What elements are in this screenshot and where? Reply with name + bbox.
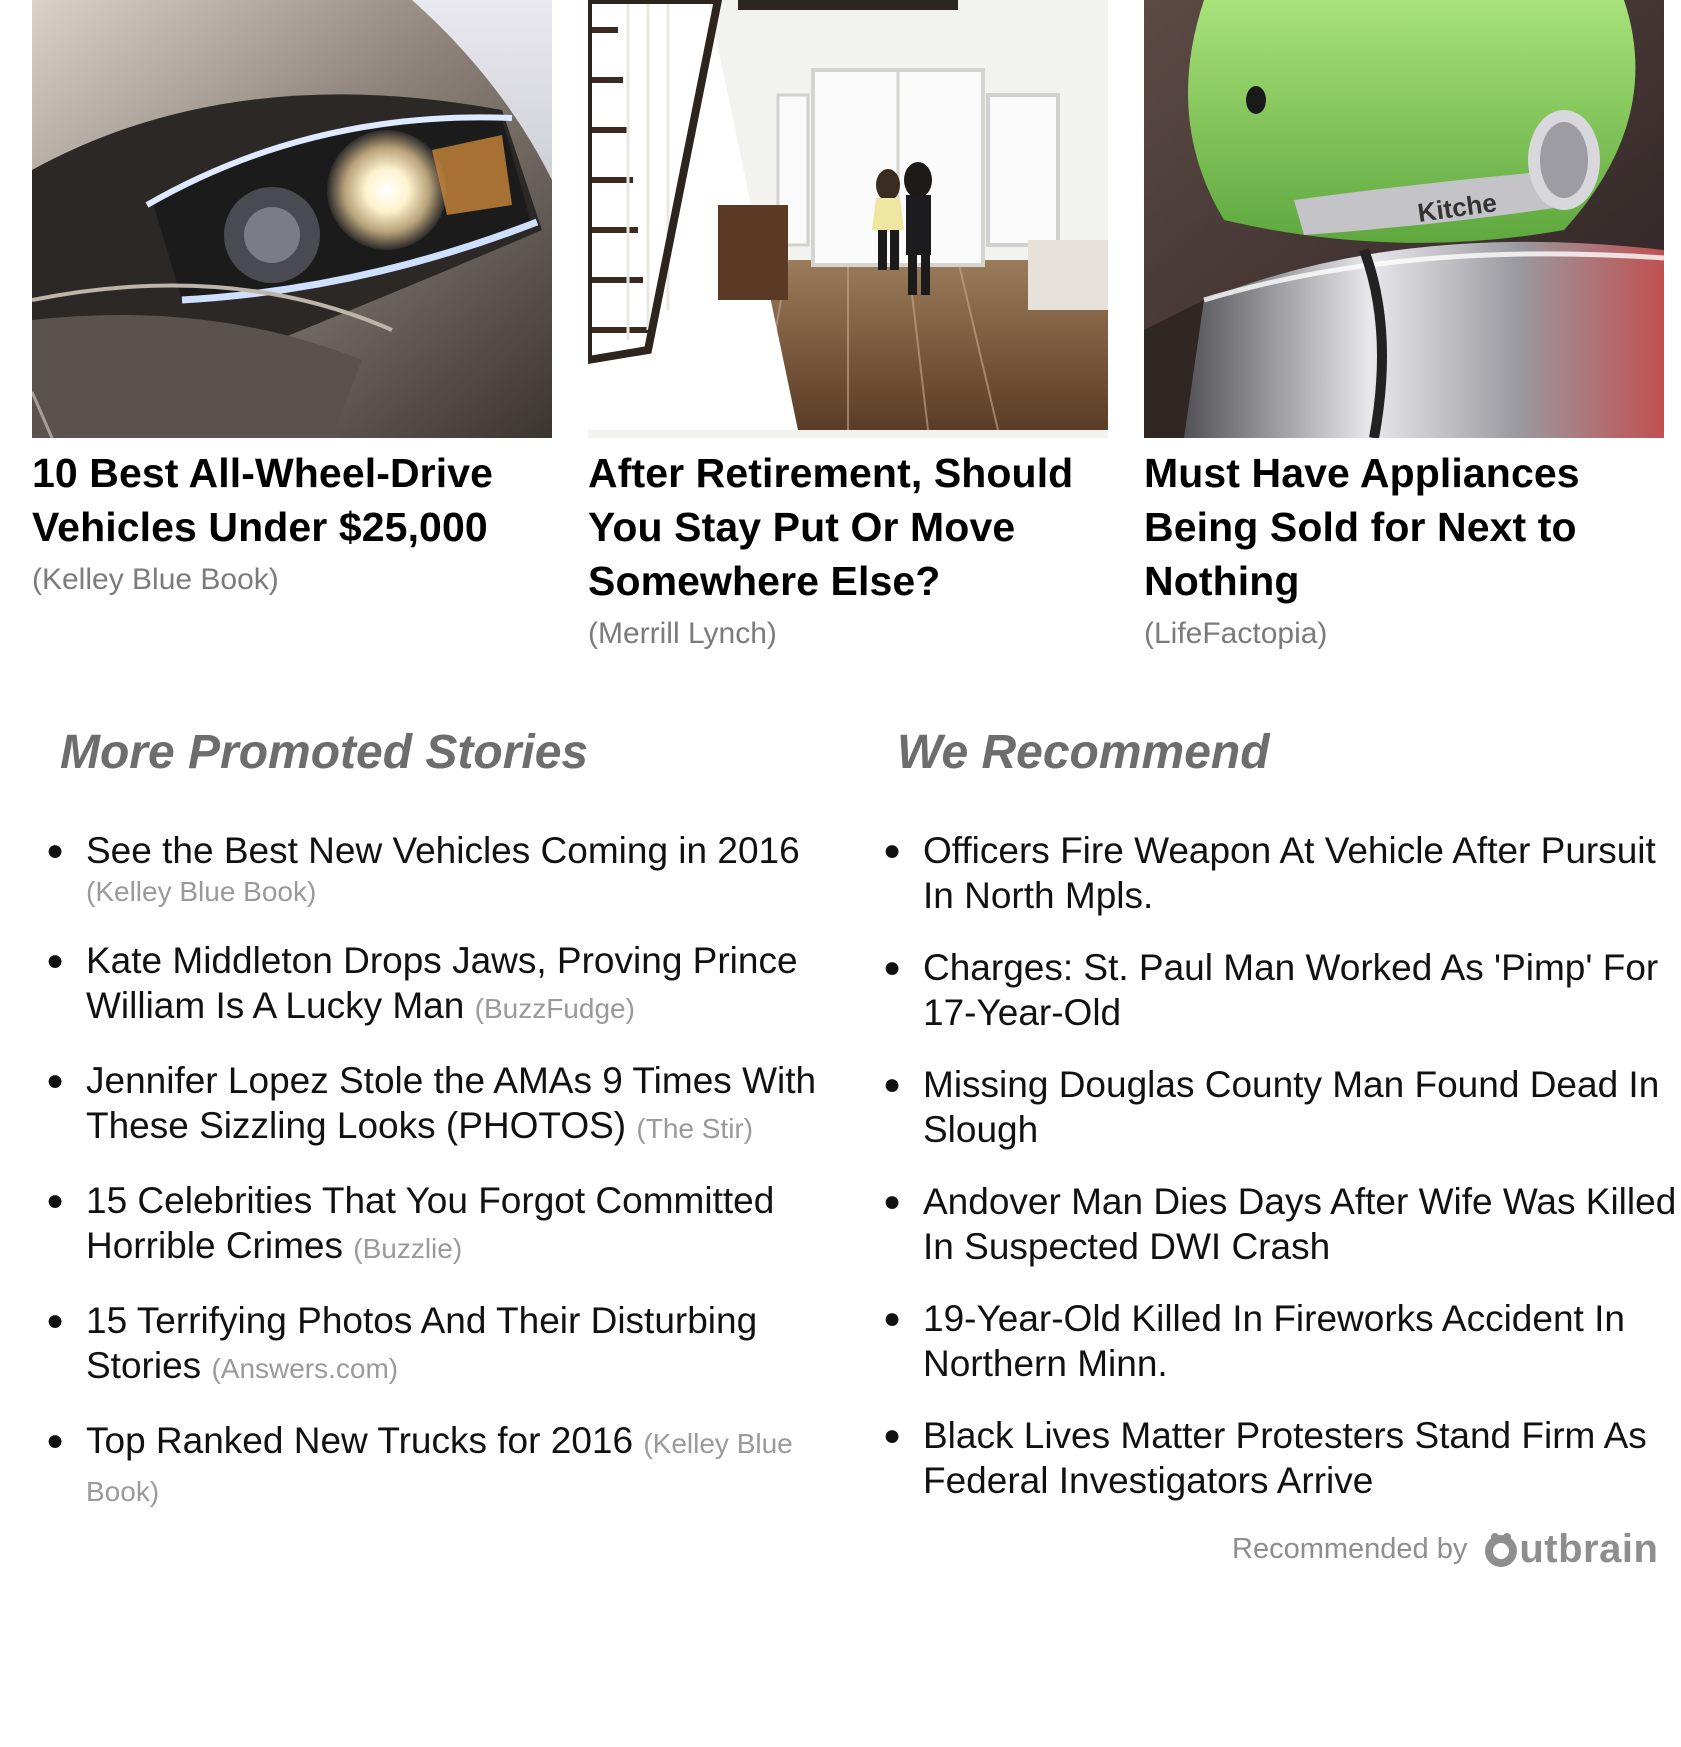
story-link[interactable]: Top Ranked New Trucks for 2016 <box>86 1420 633 1461</box>
card-source: (Kelley Blue Book) <box>32 563 279 596</box>
list-item[interactable]: ● Andover Man Dies Days After Wife Was K… <box>883 1179 1677 1269</box>
story-link[interactable]: Missing Douglas County Man Found Dead In… <box>923 1064 1659 1150</box>
story-link[interactable]: Charges: St. Paul Man Worked As 'Pimp' F… <box>923 947 1658 1033</box>
bullet-icon: ● <box>46 944 65 977</box>
list-item[interactable]: ● Black Lives Matter Protesters Stand Fi… <box>883 1413 1677 1503</box>
outbrain-widget: 10 Best All-Wheel-Drive Vehicles Under $… <box>0 0 1681 1747</box>
promoted-card[interactable]: 10 Best All-Wheel-Drive Vehicles Under $… <box>32 0 552 600</box>
bullet-icon: ● <box>46 834 65 867</box>
bullet-icon: ● <box>883 1302 902 1335</box>
outbrain-attribution-link[interactable]: Recommended by utbrain <box>1232 1522 1672 1576</box>
list-item[interactable]: ● 15 Celebrities That You Forgot Committ… <box>46 1178 850 1271</box>
story-source: (Buzzlie) <box>353 1233 463 1264</box>
story-source: (Kelley Blue Book) <box>86 876 317 907</box>
promoted-stories-section: More Promoted Stories ● See the Best New… <box>46 720 850 1541</box>
outbrain-logo: utbrain <box>1481 1527 1658 1572</box>
card-title[interactable]: Must Have Appliances Being Sold for Next… <box>1144 446 1664 608</box>
list-item[interactable]: ● 19-Year-Old Killed In Fireworks Accide… <box>883 1296 1677 1386</box>
story-link[interactable]: See the Best New Vehicles Coming in 2016 <box>86 830 800 871</box>
list-item[interactable]: ● Missing Douglas County Man Found Dead … <box>883 1062 1677 1152</box>
list-item[interactable]: ● Kate Middleton Drops Jaws, Proving Pri… <box>46 938 850 1031</box>
bullet-icon: ● <box>46 1064 65 1097</box>
card-source: (Merrill Lynch) <box>588 617 777 650</box>
bullet-icon: ● <box>883 834 902 867</box>
list-item[interactable]: ● 15 Terrifying Photos And Their Disturb… <box>46 1298 850 1391</box>
promoted-story-list: ● See the Best New Vehicles Coming in 20… <box>46 828 850 1514</box>
card-image[interactable]: Kitche <box>1144 0 1664 438</box>
story-link[interactable]: Andover Man Dies Days After Wife Was Kil… <box>923 1181 1676 1267</box>
recommend-story-list: ● Officers Fire Weapon At Vehicle After … <box>883 828 1677 1503</box>
bullet-icon: ● <box>46 1304 65 1337</box>
list-item[interactable]: ● Top Ranked New Trucks for 2016 (Kelley… <box>46 1418 850 1514</box>
promoted-cards: 10 Best All-Wheel-Drive Vehicles Under $… <box>32 0 1672 660</box>
section-heading: More Promoted Stories <box>60 726 589 779</box>
bullet-icon: ● <box>46 1184 65 1217</box>
couple-in-house-photo <box>588 0 1108 438</box>
card-title[interactable]: 10 Best All-Wheel-Drive Vehicles Under $… <box>32 446 552 554</box>
story-source: (BuzzFudge) <box>474 993 635 1024</box>
attribution-text: Recommended by <box>1232 1532 1468 1565</box>
bullet-icon: ● <box>883 1068 902 1101</box>
story-source: (Answers.com) <box>211 1353 399 1384</box>
bullet-icon: ● <box>46 1424 65 1457</box>
card-source: (LifeFactopia) <box>1144 617 1328 650</box>
story-link[interactable]: 15 Terrifying Photos And Their Disturbin… <box>86 1300 757 1386</box>
bullet-icon: ● <box>883 1185 902 1218</box>
bullet-icon: ● <box>883 951 902 984</box>
list-item[interactable]: ● See the Best New Vehicles Coming in 20… <box>46 828 850 911</box>
bullet-icon: ● <box>883 1419 902 1452</box>
story-link[interactable]: Officers Fire Weapon At Vehicle After Pu… <box>923 830 1656 916</box>
card-title[interactable]: After Retirement, Should You Stay Put Or… <box>588 446 1108 608</box>
card-image[interactable] <box>588 0 1108 438</box>
story-source: (The Stir) <box>636 1113 754 1144</box>
list-item[interactable]: ● Jennifer Lopez Stole the AMAs 9 Times … <box>46 1058 850 1151</box>
promoted-card[interactable]: After Retirement, Should You Stay Put Or… <box>588 0 1108 654</box>
car-headlight-photo <box>32 0 552 438</box>
card-image[interactable] <box>32 0 552 438</box>
section-heading: We Recommend <box>897 726 1270 779</box>
list-item[interactable]: ● Officers Fire Weapon At Vehicle After … <box>883 828 1677 918</box>
outbrain-logo-icon <box>1485 1533 1518 1567</box>
story-link[interactable]: Kate Middleton Drops Jaws, Proving Princ… <box>86 940 798 1026</box>
stand-mixer-photo: Kitche <box>1144 0 1664 438</box>
list-item[interactable]: ● Charges: St. Paul Man Worked As 'Pimp'… <box>883 945 1677 1035</box>
outbrain-wordmark: utbrain <box>1519 1526 1659 1571</box>
recommend-section: We Recommend ● Officers Fire Weapon At V… <box>883 720 1677 1530</box>
story-link[interactable]: Black Lives Matter Protesters Stand Firm… <box>923 1415 1647 1501</box>
story-link[interactable]: 19-Year-Old Killed In Fireworks Accident… <box>923 1298 1625 1384</box>
promoted-card[interactable]: Kitche Must Have Appliances Being Sold f… <box>1144 0 1664 654</box>
